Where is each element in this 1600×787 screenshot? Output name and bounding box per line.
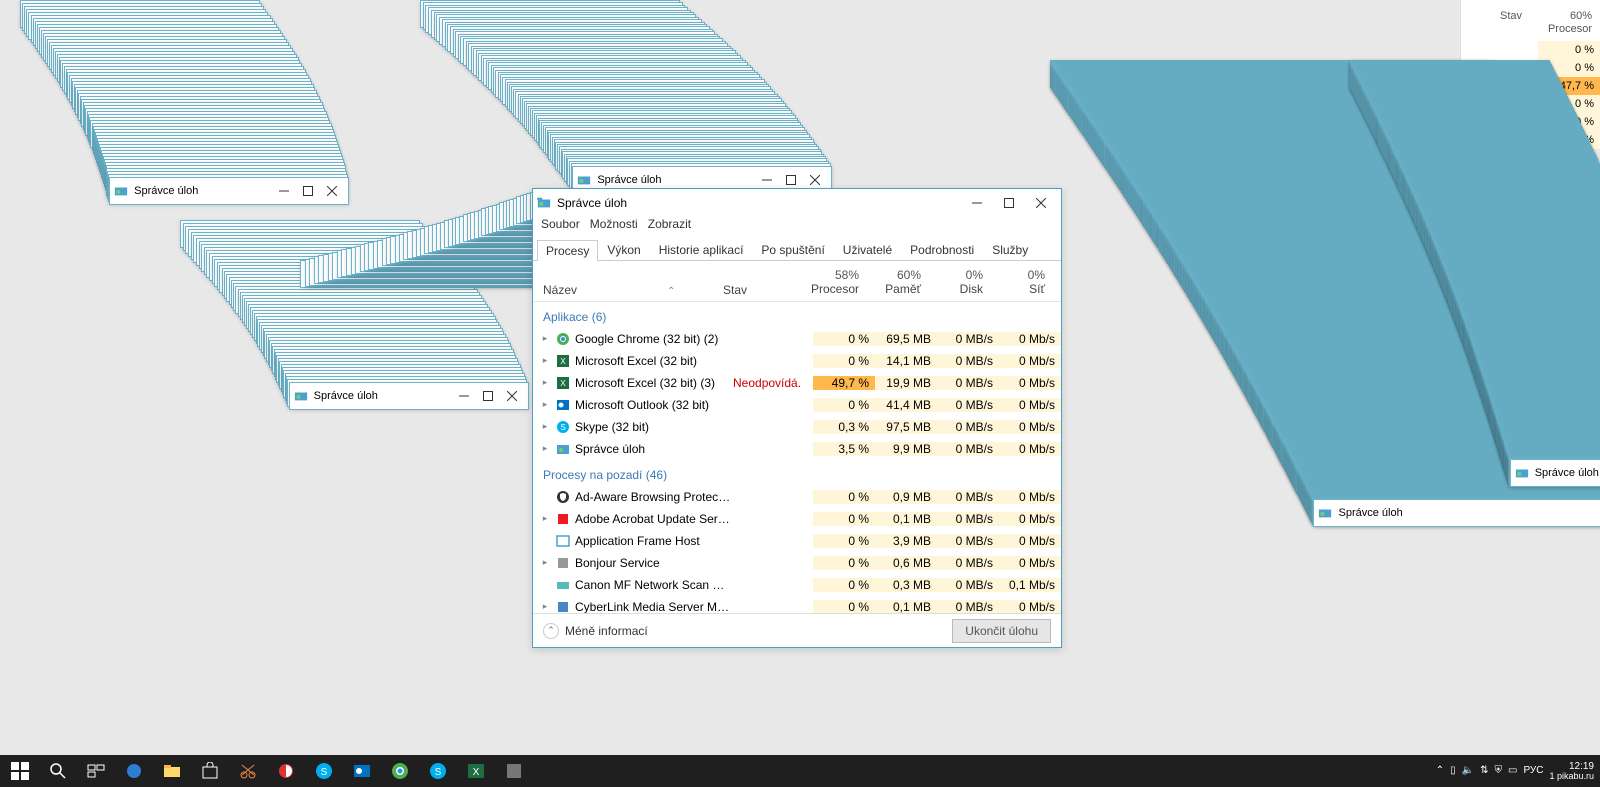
ghost-window: Správce úloh [109,177,349,205]
ghost-title: Správce úloh [1338,507,1600,519]
ghost-title: Správce úloh [134,185,272,197]
app-icon [114,184,128,198]
maximize-button[interactable] [779,170,803,190]
minimize-button[interactable] [755,170,779,190]
ghost-title: Správce úloh [597,174,755,186]
ghost-title: Správce úloh [314,390,452,402]
app-icon [577,173,591,187]
ghost-window: Správce úloh [289,382,529,410]
minimize-button[interactable] [452,386,476,406]
right-cpu-label: Procesor [1548,23,1592,36]
app-icon [294,389,308,403]
maximize-button[interactable] [296,181,320,201]
right-stav: Stav [1500,10,1522,35]
app-icon [1318,506,1332,520]
maximize-button[interactable] [476,386,500,406]
ghost-window: Správce úloh [1313,499,1600,527]
minimize-button[interactable] [272,181,296,201]
right-cpu-pct: 60% [1570,10,1592,23]
close-button[interactable] [803,170,827,190]
close-button[interactable] [320,181,344,201]
close-button[interactable] [500,386,524,406]
